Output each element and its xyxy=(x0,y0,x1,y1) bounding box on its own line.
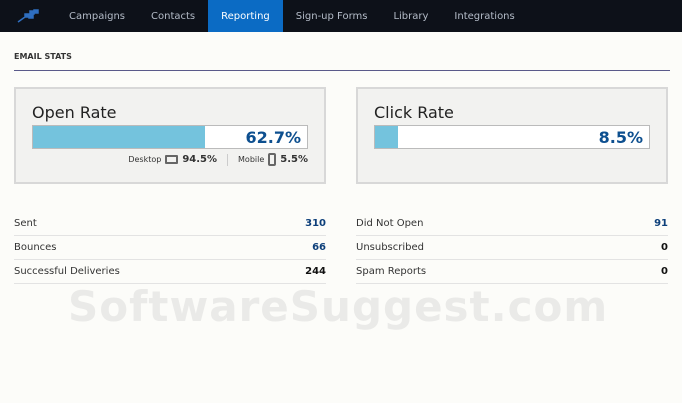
stat-value[interactable]: 310 xyxy=(305,218,326,235)
nav-contacts[interactable]: Contacts xyxy=(138,0,208,32)
nav-campaigns[interactable]: Campaigns xyxy=(56,0,138,32)
stat-label: Spam Reports xyxy=(356,266,427,277)
stat-value[interactable]: 66 xyxy=(312,242,326,259)
stat-row: Did Not Open 91 xyxy=(356,212,668,236)
open-rate-fill xyxy=(33,126,205,148)
click-rate-fill xyxy=(375,126,399,148)
desktop-value: 94.5% xyxy=(182,154,218,165)
stat-label: Did Not Open xyxy=(356,218,424,229)
stat-row: Unsubscribed 0 xyxy=(356,236,668,260)
desktop-icon xyxy=(165,155,179,164)
section-title: EMAIL STATS xyxy=(14,32,670,71)
nav-reporting[interactable]: Reporting xyxy=(208,0,283,32)
nav-signup-forms[interactable]: Sign-up Forms xyxy=(283,0,381,32)
stat-row: Bounces 66 xyxy=(14,236,326,260)
stat-row: Successful Deliveries 244 xyxy=(14,260,326,284)
logo-icon[interactable] xyxy=(0,0,56,32)
open-rate-bar: 62.7% xyxy=(32,125,308,149)
mobile-value: 5.5% xyxy=(280,154,308,165)
stat-value: 0 xyxy=(661,266,668,277)
watermark: SoftwareSuggest.com xyxy=(68,282,609,331)
click-rate-value: 8.5% xyxy=(598,128,643,147)
left-stats: Sent 310 Bounces 66 Successful Deliveries 2… xyxy=(14,212,326,284)
nav-library[interactable]: Library xyxy=(380,0,441,32)
open-rate-value: 62.7% xyxy=(245,128,301,147)
right-stats: Did Not Open 91 Unsubscribed 0 Spam Report… xyxy=(356,212,668,284)
click-rate-bar: 8.5% xyxy=(374,125,650,149)
open-rate-title: Open Rate xyxy=(32,103,117,122)
top-nav: Campaigns Contacts Reporting Sign-up For… xyxy=(0,0,682,32)
open-rate-card: Open Rate 62.7% Desktop 94.5% Mobile 5.5… xyxy=(14,87,326,184)
stat-row: Spam Reports 0 xyxy=(356,260,668,284)
stat-label: Bounces xyxy=(14,242,57,253)
mobile-icon xyxy=(268,153,277,166)
stat-value[interactable]: 91 xyxy=(654,218,668,235)
desktop-label: Desktop xyxy=(128,155,162,164)
stat-value: 244 xyxy=(305,266,326,277)
stat-label: Successful Deliveries xyxy=(14,266,120,277)
nav-integrations[interactable]: Integrations xyxy=(441,0,527,32)
mobile-label: Mobile xyxy=(238,155,265,164)
click-rate-card: Click Rate 8.5% xyxy=(356,87,668,184)
stat-value: 0 xyxy=(661,242,668,253)
stat-label: Unsubscribed xyxy=(356,242,424,253)
click-rate-title: Click Rate xyxy=(374,103,454,122)
stat-label: Sent xyxy=(14,218,37,229)
stat-row: Sent 310 xyxy=(14,212,326,236)
divider xyxy=(227,153,229,166)
